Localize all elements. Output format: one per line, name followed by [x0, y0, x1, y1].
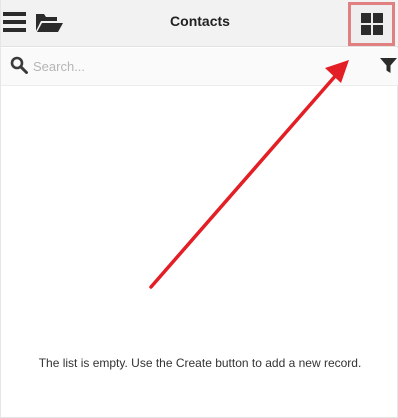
view-toggle-button[interactable] — [348, 2, 395, 46]
top-bar: Contacts — [1, 0, 398, 47]
grid-view-icon — [361, 13, 383, 35]
search-input[interactable] — [33, 55, 333, 77]
empty-list-message: The list is empty. Use the Create button… — [38, 356, 362, 370]
filter-icon[interactable] — [380, 57, 397, 74]
search-icon — [10, 56, 28, 74]
search-bar — [1, 48, 398, 86]
page-title: Contacts — [170, 13, 230, 29]
app-frame: Contacts The list is empty. Use the Crea… — [0, 0, 398, 418]
